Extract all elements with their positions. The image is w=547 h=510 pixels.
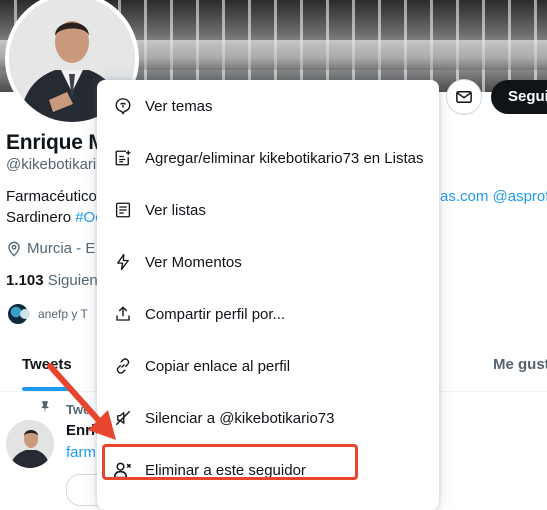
location-pin-icon — [8, 241, 20, 257]
message-button[interactable] — [446, 79, 482, 115]
menu-item-label: Silenciar a @kikebotikario73 — [145, 409, 335, 427]
envelope-icon — [456, 91, 472, 103]
annotation-arrow-icon — [47, 363, 116, 440]
menu-item-view-moments[interactable]: Ver Momentos — [97, 236, 439, 288]
bio-links[interactable]: as.com @asprof — [440, 188, 547, 205]
location-text: Murcia - E — [27, 240, 96, 257]
tab-likes[interactable]: Me gust — [493, 356, 547, 373]
bio-text: Sardinero — [6, 209, 76, 226]
following-label: Siguien — [43, 272, 98, 289]
share-icon — [113, 304, 133, 324]
menu-item-label: Copiar enlace al perfil — [145, 357, 291, 375]
menu-item-share-profile[interactable]: Compartir perfil por... — [97, 288, 439, 340]
lightning-icon — [113, 252, 133, 272]
menu-item-copy-profile-link[interactable]: Copiar enlace al perfil — [97, 340, 439, 392]
followed-by[interactable]: anefp y T — [6, 302, 88, 326]
menu-item-label: Ver Momentos — [145, 253, 242, 271]
list-icon — [113, 200, 133, 220]
menu-item-add-remove-lists[interactable]: Agregar/eliminar kikebotikario73 en List… — [97, 132, 439, 184]
menu-item-label: Agregar/eliminar kikebotikario73 en List… — [145, 149, 424, 167]
profile-name: Enrique M — [6, 131, 106, 154]
topics-icon — [113, 96, 133, 116]
follower-avatar-small — [20, 309, 30, 319]
profile-bio-line2: Sardinero #Oc — [6, 209, 103, 226]
profile-location: Murcia - E — [6, 240, 95, 257]
followed-by-text: anefp y T — [38, 307, 88, 321]
menu-item-label: Ver listas — [145, 201, 206, 219]
profile-handle: @kikebotikario — [6, 156, 105, 173]
following-count: 1.103 — [6, 272, 44, 289]
menu-item-mute-user[interactable]: Silenciar a @kikebotikario73 — [97, 392, 439, 444]
follow-button[interactable]: Segui — [491, 80, 547, 114]
menu-item-label: Ver temas — [145, 97, 213, 115]
menu-item-view-topics[interactable]: Ver temas — [97, 80, 439, 132]
menu-item-label: Compartir perfil por... — [145, 305, 286, 323]
menu-item-view-lists[interactable]: Ver listas — [97, 184, 439, 236]
following-count-link[interactable]: 1.103 Siguien — [6, 272, 98, 289]
annotation-highlight-box — [102, 444, 358, 480]
profile-bio-line1: Farmacéutico — [6, 188, 97, 205]
list-add-icon — [113, 148, 133, 168]
